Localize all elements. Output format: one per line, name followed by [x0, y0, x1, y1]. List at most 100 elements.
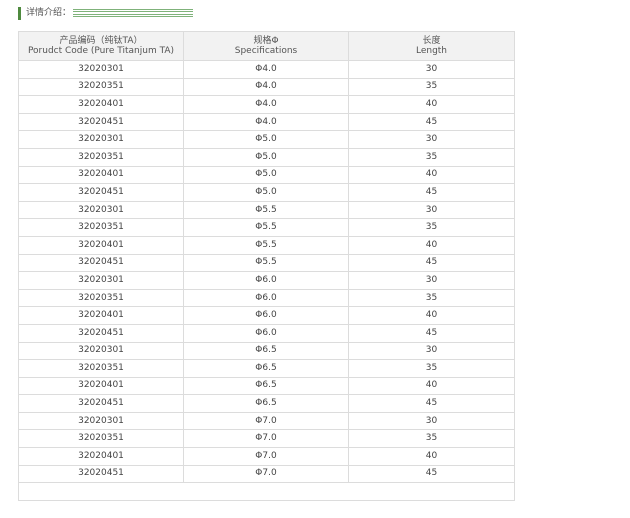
- product-code-cell: 32020351: [18, 218, 184, 237]
- length-cell: 35: [348, 288, 515, 308]
- specification-cell: Φ5.0: [183, 130, 349, 149]
- product-spec-table: 产品编码（纯钛TA） Porudct Code (Pure Titanjum T…: [18, 31, 515, 502]
- product-code-cell: 32020401: [18, 306, 184, 325]
- length-cell: 40: [348, 95, 515, 114]
- header-length-zh: 长度: [422, 36, 441, 46]
- length-cell: 30: [348, 130, 515, 149]
- table-row: 32020401 Φ6.5 40: [18, 376, 515, 396]
- length-cell: 45: [348, 183, 515, 202]
- specification-cell: Φ6.0: [183, 288, 349, 308]
- table-row: 32020351 Φ7.0 35: [18, 429, 515, 449]
- length-cell: 30: [348, 200, 515, 220]
- length-cell: 35: [348, 147, 515, 167]
- table-body: 32020301 Φ4.0 30 32020351 Φ4.0 35 32020401 Φ4.0…: [18, 60, 515, 502]
- table-row: 32020351 Φ5.0 35: [18, 147, 515, 167]
- product-code-cell: 32020451: [18, 323, 184, 343]
- header-specifications-en: Specifications: [234, 46, 298, 56]
- product-code-cell: 32020301: [18, 60, 184, 79]
- table-row: 32020351 Φ6.5 35: [18, 359, 515, 378]
- product-code-cell: 32020301: [18, 130, 184, 149]
- header-length: 长度 Length: [348, 31, 515, 61]
- length-cell: 40: [348, 447, 515, 466]
- table-row: 32020301 Φ6.0 30: [18, 271, 515, 290]
- product-code-cell: 32020301: [18, 200, 184, 220]
- table-row: 32020401 Φ5.5 40: [18, 235, 515, 255]
- length-cell: 35: [348, 429, 515, 449]
- product-code-cell: 32020451: [18, 183, 184, 202]
- product-code-cell: 32020451: [18, 253, 184, 273]
- table-row: 32020451 Φ5.0 45: [18, 183, 515, 202]
- product-code-cell: 32020301: [18, 411, 184, 431]
- length-cell: 35: [348, 359, 515, 378]
- specification-cell: Φ6.0: [183, 306, 349, 325]
- product-code-cell: 32020401: [18, 376, 184, 396]
- table-row: 32020401 Φ7.0 40: [18, 447, 515, 466]
- specification-cell: Φ6.0: [183, 271, 349, 290]
- table-row: 32020301 Φ5.5 30: [18, 200, 515, 220]
- specification-cell: Φ5.0: [183, 165, 349, 185]
- specification-cell: Φ5.5: [183, 218, 349, 237]
- product-code-cell: 32020401: [18, 95, 184, 114]
- header-product-code: 产品编码（纯钛TA） Porudct Code (Pure Titanjum T…: [18, 31, 184, 61]
- length-cell: 45: [348, 464, 515, 484]
- table-row: 32020351 Φ5.5 35: [18, 218, 515, 237]
- specification-cell: Φ4.0: [183, 112, 349, 132]
- section-accent-bar: [18, 6, 21, 20]
- specification-cell: Φ4.0: [183, 95, 349, 114]
- table-row: 32020301 Φ6.5 30: [18, 341, 515, 361]
- length-cell: 40: [348, 235, 515, 255]
- length-cell: 40: [348, 165, 515, 185]
- length-cell: 30: [348, 341, 515, 361]
- section-header: 详情介绍：: [18, 6, 194, 20]
- product-code-cell: 32020351: [18, 288, 184, 308]
- table-row: 32020451 Φ4.0 45: [18, 112, 515, 132]
- product-code-cell: 32020451: [18, 394, 184, 413]
- specification-cell: Φ7.0: [183, 411, 349, 431]
- length-cell: 40: [348, 306, 515, 325]
- product-code-cell: 32020351: [18, 429, 184, 449]
- length-cell: 35: [348, 218, 515, 237]
- product-code-cell: 32020401: [18, 165, 184, 185]
- product-code-cell: 32020301: [18, 341, 184, 361]
- product-code-cell: 32020401: [18, 447, 184, 466]
- length-cell: 30: [348, 411, 515, 431]
- specification-cell: Φ7.0: [183, 464, 349, 484]
- header-product-code-en: Porudct Code (Pure Titanjum TA): [27, 46, 175, 56]
- specification-cell: Φ4.0: [183, 60, 349, 79]
- table-row: 32020401 Φ4.0 40: [18, 95, 515, 114]
- product-code-cell: 32020301: [18, 271, 184, 290]
- section-divider-lines: [73, 8, 194, 18]
- table-row: 32020451 Φ7.0 45: [18, 464, 515, 484]
- table-row: 32020451 Φ5.5 45: [18, 253, 515, 273]
- specification-cell: Φ6.0: [183, 323, 349, 343]
- table-row: 32020401 Φ5.0 40: [18, 165, 515, 185]
- specification-cell: Φ6.5: [183, 359, 349, 378]
- header-specifications-zh: 规格Φ: [253, 36, 279, 46]
- specification-cell: Φ5.5: [183, 235, 349, 255]
- product-code-cell: 32020451: [18, 464, 184, 484]
- product-code-cell: 32020451: [18, 112, 184, 132]
- length-cell: 45: [348, 323, 515, 343]
- empty-cell: [18, 482, 515, 502]
- product-code-cell: 32020351: [18, 147, 184, 167]
- length-cell: 35: [348, 77, 515, 97]
- specification-cell: Φ7.0: [183, 429, 349, 449]
- table-row: 32020451 Φ6.0 45: [18, 323, 515, 343]
- specification-cell: Φ6.5: [183, 376, 349, 396]
- table-row: 32020401 Φ6.0 40: [18, 306, 515, 325]
- table-row: 32020451 Φ6.5 45: [18, 394, 515, 413]
- specification-cell: Φ5.0: [183, 183, 349, 202]
- table-header-row: 产品编码（纯钛TA） Porudct Code (Pure Titanjum T…: [18, 31, 515, 61]
- length-cell: 45: [348, 253, 515, 273]
- specification-cell: Φ6.5: [183, 394, 349, 413]
- specification-cell: Φ4.0: [183, 77, 349, 97]
- table-empty-row: [18, 482, 515, 502]
- header-product-code-zh: 产品编码（纯钛TA）: [59, 36, 143, 46]
- table-row: 32020351 Φ4.0 35: [18, 77, 515, 97]
- specification-cell: Φ5.5: [183, 200, 349, 220]
- header-specifications: 规格Φ Specifications: [183, 31, 349, 61]
- specification-cell: Φ5.0: [183, 147, 349, 167]
- table-row: 32020301 Φ7.0 30: [18, 411, 515, 431]
- length-cell: 30: [348, 271, 515, 290]
- specification-cell: Φ6.5: [183, 341, 349, 361]
